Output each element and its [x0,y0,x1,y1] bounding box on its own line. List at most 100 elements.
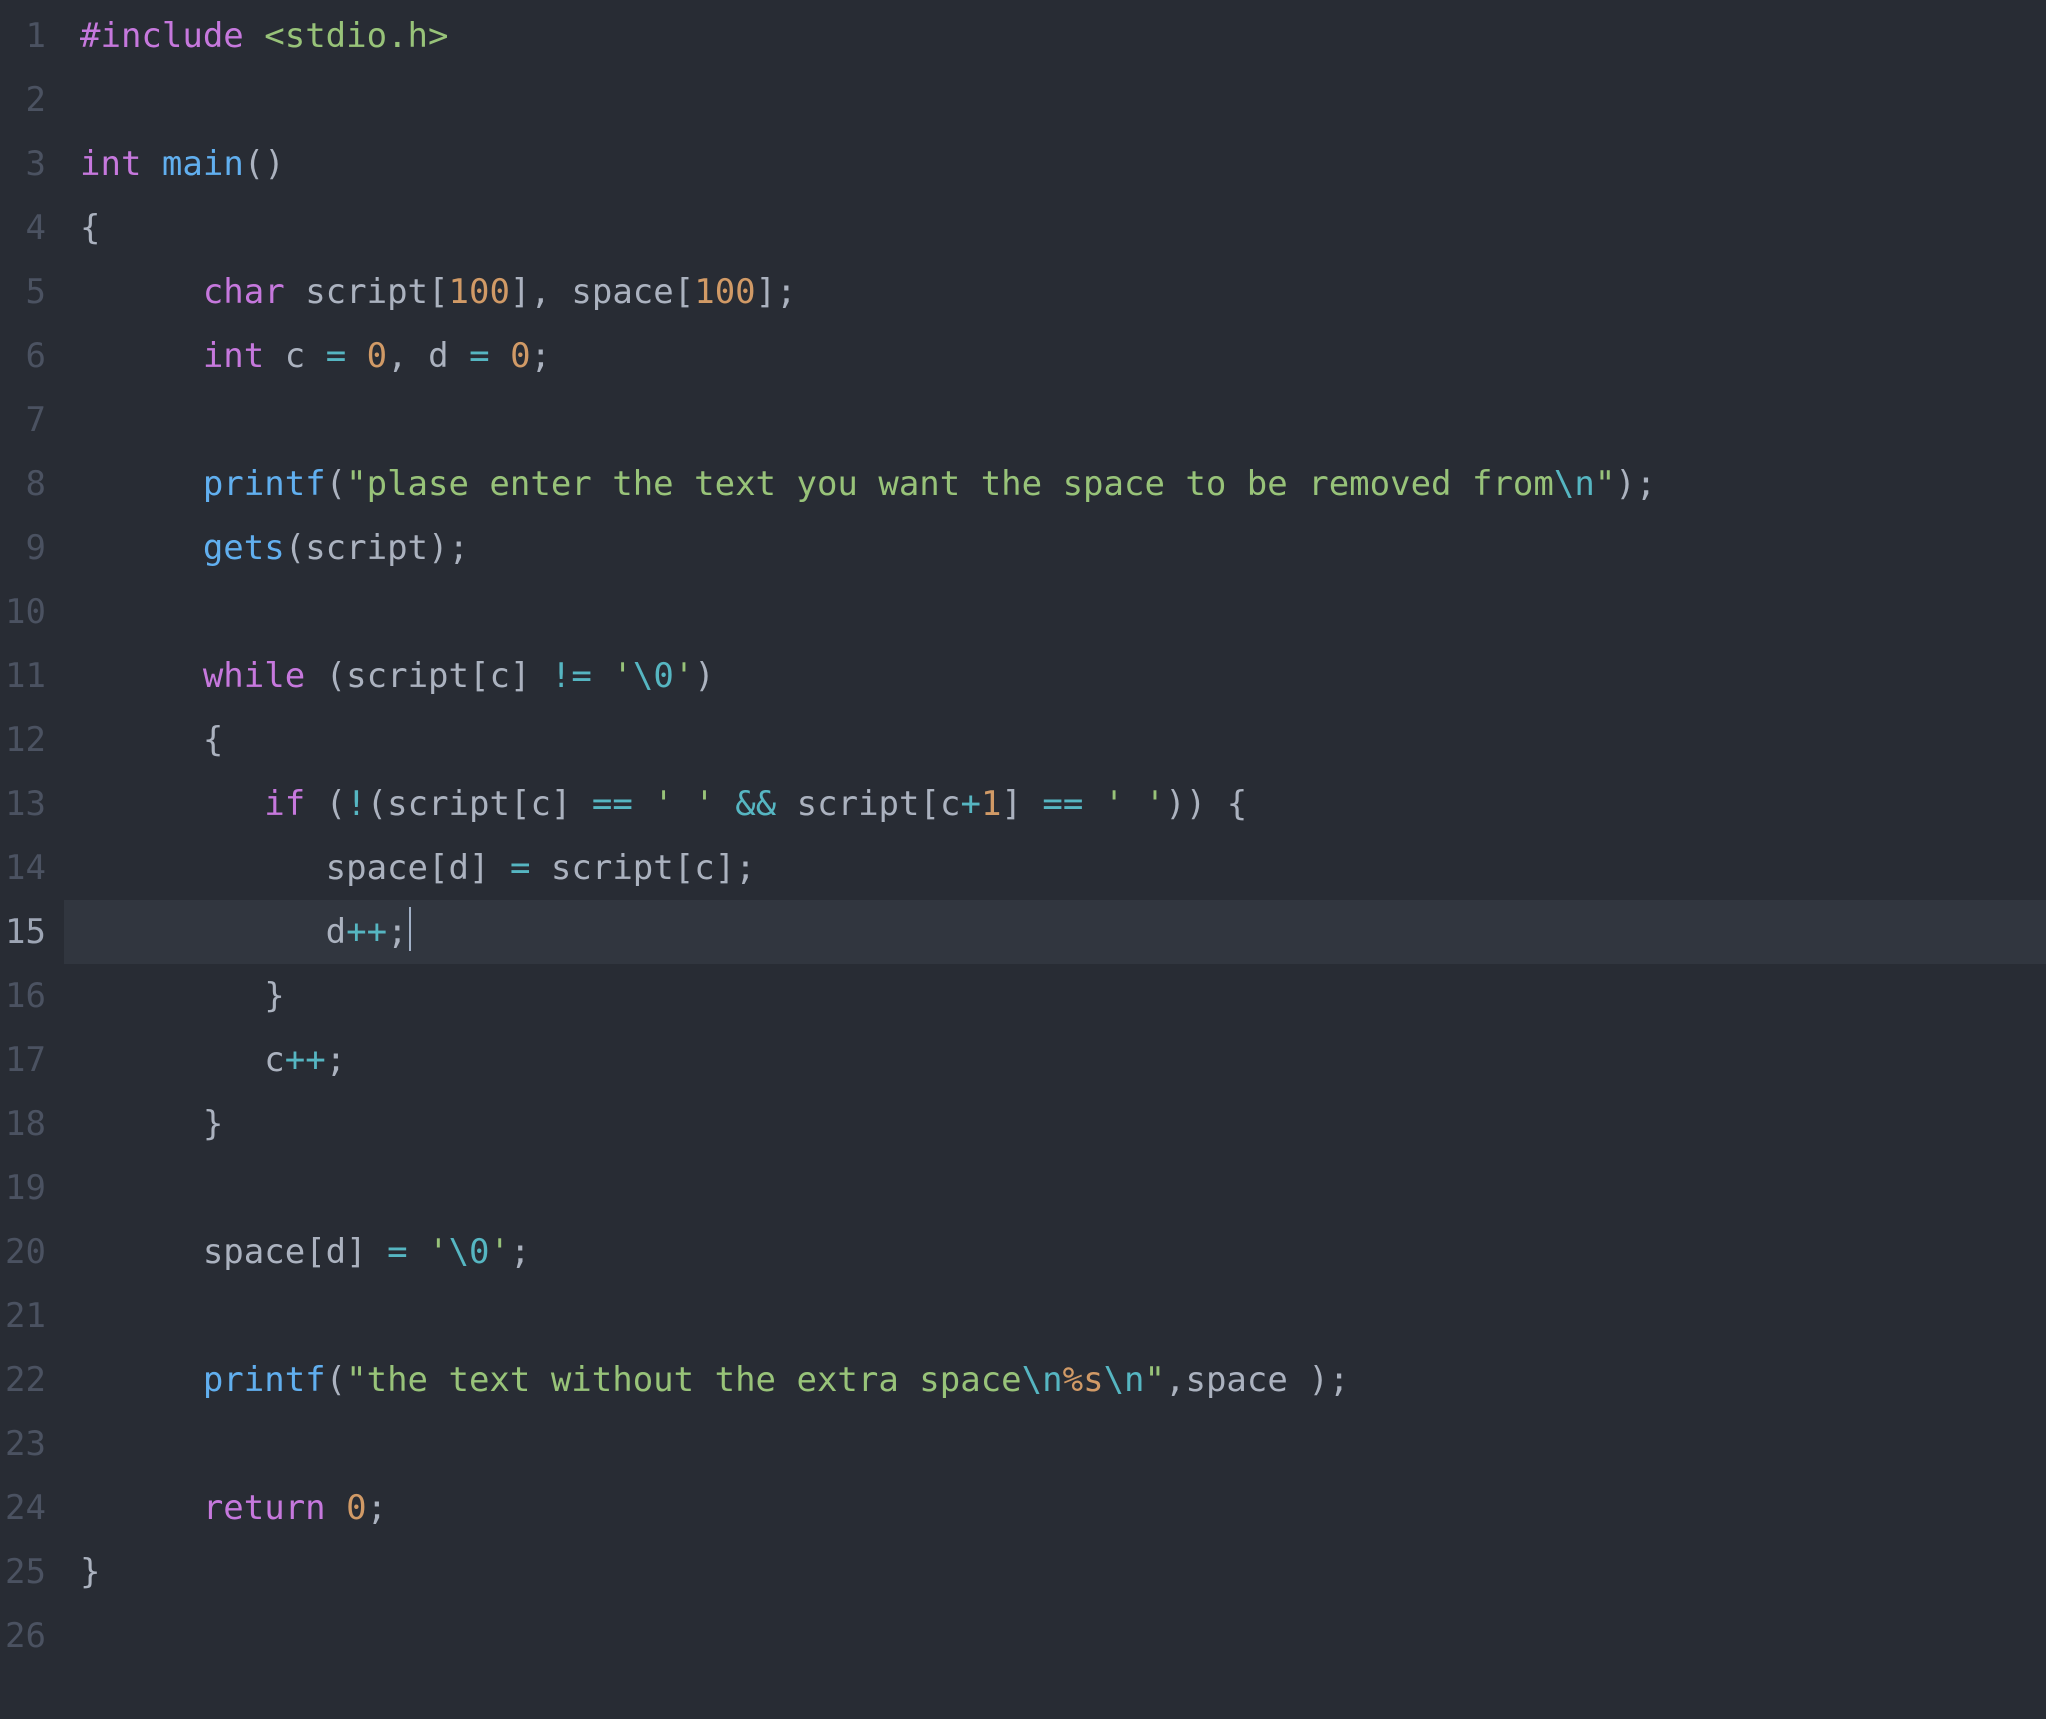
code-line[interactable]: while (script[c] != '\0') [80,644,2046,708]
token-number: 0 [346,1488,366,1528]
token-number: 1 [981,784,1001,824]
line-number: 4 [0,196,46,260]
token-paren: ( [326,784,346,824]
token-op: + [960,784,980,824]
token-op: = [469,336,489,376]
line-number: 14 [0,836,46,900]
code-line[interactable]: gets(script); [80,516,2046,580]
line-number: 9 [0,516,46,580]
code-editor[interactable]: 1234567891011121314151617181920212223242… [0,0,2046,1719]
token-ident: script [797,784,920,824]
code-line[interactable] [80,1604,2046,1668]
line-number: 25 [0,1540,46,1604]
token-escape: \0 [449,1232,490,1272]
token-semicolon: ; [326,1040,346,1080]
token-semicolon: ; [1329,1360,1349,1400]
code-line[interactable] [80,68,2046,132]
code-line[interactable]: printf("plase enter the text you want th… [80,452,2046,516]
token-punct [551,272,571,312]
token-comma: , [387,336,407,376]
code-line[interactable]: space[d] = '\0'; [80,1220,2046,1284]
token-string: ' ' [653,784,714,824]
token-paren: ) [428,528,448,568]
token-bracket: [ [428,272,448,312]
token-semicolon: ; [367,1488,387,1528]
token-punct [1083,784,1103,824]
line-number: 6 [0,324,46,388]
token-brace: } [203,1104,223,1144]
token-brace: { [1227,784,1247,824]
token-bracket: [ [428,848,448,888]
code-line[interactable] [80,1284,2046,1348]
line-number: 23 [0,1412,46,1476]
token-punct [530,656,550,696]
indent [80,848,326,888]
token-bracket: ] [510,272,530,312]
token-ident: d [448,848,468,888]
token-semicolon: ; [776,272,796,312]
token-op: ! [346,784,366,824]
token-punct [141,144,161,184]
line-number: 11 [0,644,46,708]
token-number: 0 [367,336,387,376]
indent [80,1040,264,1080]
token-paren: )) [1165,784,1206,824]
code-line[interactable]: #include <stdio.h> [80,4,2046,68]
code-line[interactable]: } [80,1540,2046,1604]
token-punct [1288,1360,1308,1400]
token-escape: \n [1022,1360,1063,1400]
token-paren: () [244,144,285,184]
token-string: " [1145,1360,1165,1400]
token-ident: script [305,528,428,568]
code-line[interactable] [80,388,2046,452]
code-line[interactable]: d++; [64,900,2046,964]
code-line[interactable] [80,580,2046,644]
code-line[interactable] [80,1412,2046,1476]
token-punct [305,656,325,696]
token-punct [367,1232,387,1272]
token-bracket: [ [920,784,940,824]
token-fmt: %s [1063,1360,1104,1400]
code-line[interactable]: } [80,1092,2046,1156]
code-line[interactable]: c++; [80,1028,2046,1092]
token-punct [408,1232,428,1272]
indent [80,528,203,568]
code-line[interactable]: return 0; [80,1476,2046,1540]
code-line[interactable]: char script[100], space[100]; [80,260,2046,324]
token-header: <stdio.h> [264,16,448,56]
indent [80,272,203,312]
token-punct [530,848,550,888]
code-line[interactable]: { [80,196,2046,260]
line-number: 19 [0,1156,46,1220]
token-semicolon: ; [735,848,755,888]
token-func: printf [203,464,326,504]
code-line[interactable]: printf("the text without the extra space… [80,1348,2046,1412]
token-punct [776,784,796,824]
token-punct [490,336,510,376]
code-line[interactable]: space[d] = script[c]; [80,836,2046,900]
token-paren: ) [1308,1360,1328,1400]
code-line[interactable]: int c = 0, d = 0; [80,324,2046,388]
token-ident: space [1185,1360,1287,1400]
token-escape: \n [1104,1360,1145,1400]
code-line[interactable]: if (!(script[c] == ' ' && script[c+1] ==… [80,772,2046,836]
token-ident: c [940,784,960,824]
token-op: ++ [346,912,387,952]
code-line[interactable]: { [80,708,2046,772]
code-line[interactable]: } [80,964,2046,1028]
token-punct [592,656,612,696]
token-keyword: if [264,784,305,824]
code-line[interactable]: int main() [80,132,2046,196]
token-punct [633,784,653,824]
token-op: = [387,1232,407,1272]
token-op: = [510,848,530,888]
token-bracket: ] [469,848,489,888]
line-number: 13 [0,772,46,836]
token-brace: } [264,976,284,1016]
line-number-gutter: 1234567891011121314151617181920212223242… [0,0,64,1719]
token-punct [715,784,735,824]
code-line[interactable] [80,1156,2046,1220]
token-ident: script [305,272,428,312]
code-area[interactable]: #include <stdio.h>int main(){ char scrip… [64,0,2046,1719]
token-type: int [80,144,141,184]
